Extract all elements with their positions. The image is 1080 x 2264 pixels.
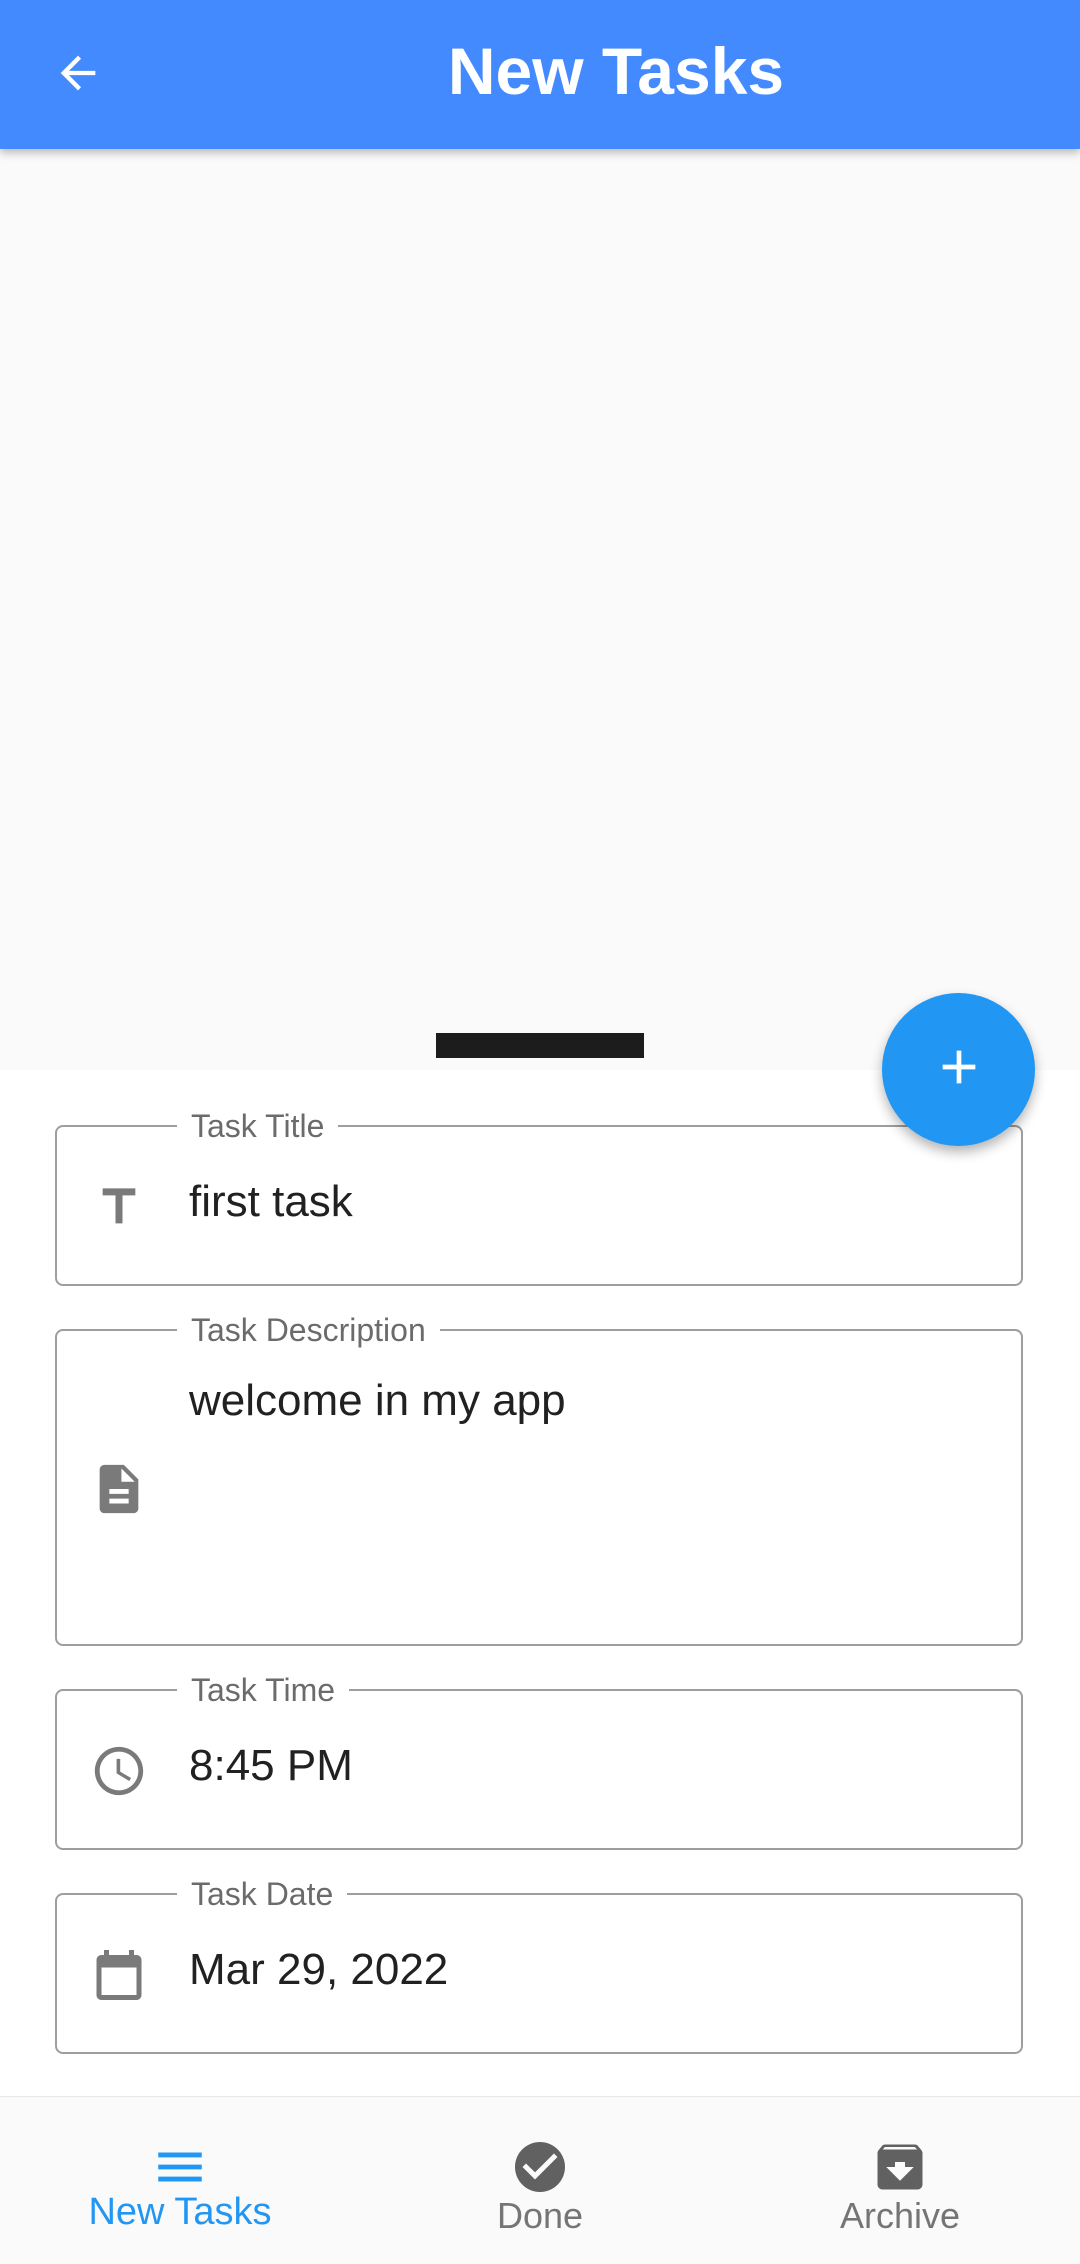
document-icon <box>89 1459 149 1519</box>
add-task-button[interactable] <box>882 993 1035 1146</box>
task-description-field[interactable]: Task Description welcome in my app <box>55 1312 1023 1646</box>
nav-label-new-tasks: New Tasks <box>88 2191 272 2233</box>
plus-icon <box>931 1039 987 1100</box>
nav-label-archive: Archive <box>839 2195 961 2236</box>
nav-label-done: Done <box>496 2195 584 2236</box>
arrow-back-icon <box>52 47 104 104</box>
check-circle-icon <box>510 2137 570 2197</box>
task-description-input[interactable]: welcome in my app <box>189 1376 566 1426</box>
bottom-sheet: Task Title first task Task Description w… <box>0 1070 1080 2096</box>
task-title-field[interactable]: Task Title first task <box>55 1108 1023 1286</box>
task-title-input[interactable]: first task <box>189 1177 353 1227</box>
page-title: New Tasks <box>447 34 785 108</box>
task-time-input[interactable]: 8:45 PM <box>189 1741 353 1791</box>
task-date-label: Task Date <box>177 1876 348 1912</box>
calendar-icon <box>89 1945 149 2005</box>
task-time-field[interactable]: Task Time 8:45 PM <box>55 1672 1023 1850</box>
title-icon <box>89 1177 149 1237</box>
clock-icon <box>89 1741 149 1801</box>
nav-item-done[interactable]: Done <box>360 2097 720 2264</box>
archive-icon <box>870 2137 930 2197</box>
task-date-field[interactable]: Task Date Mar 29, 2022 <box>55 1876 1023 2054</box>
task-time-label: Task Time <box>177 1672 350 1708</box>
task-list-area <box>0 149 1080 1069</box>
drag-handle[interactable] <box>436 1033 644 1058</box>
back-button[interactable] <box>40 37 116 113</box>
task-title-label: Task Title <box>177 1108 339 1144</box>
menu-icon <box>150 2137 210 2197</box>
bottom-navigation: New Tasks Done Archive <box>0 2096 1080 2264</box>
nav-item-archive[interactable]: Archive <box>720 2097 1080 2264</box>
task-date-input[interactable]: Mar 29, 2022 <box>189 1945 448 1995</box>
app-bar: New Tasks <box>0 0 1080 149</box>
task-description-label: Task Description <box>177 1312 440 1348</box>
nav-item-new-tasks[interactable]: New Tasks <box>0 2097 360 2264</box>
